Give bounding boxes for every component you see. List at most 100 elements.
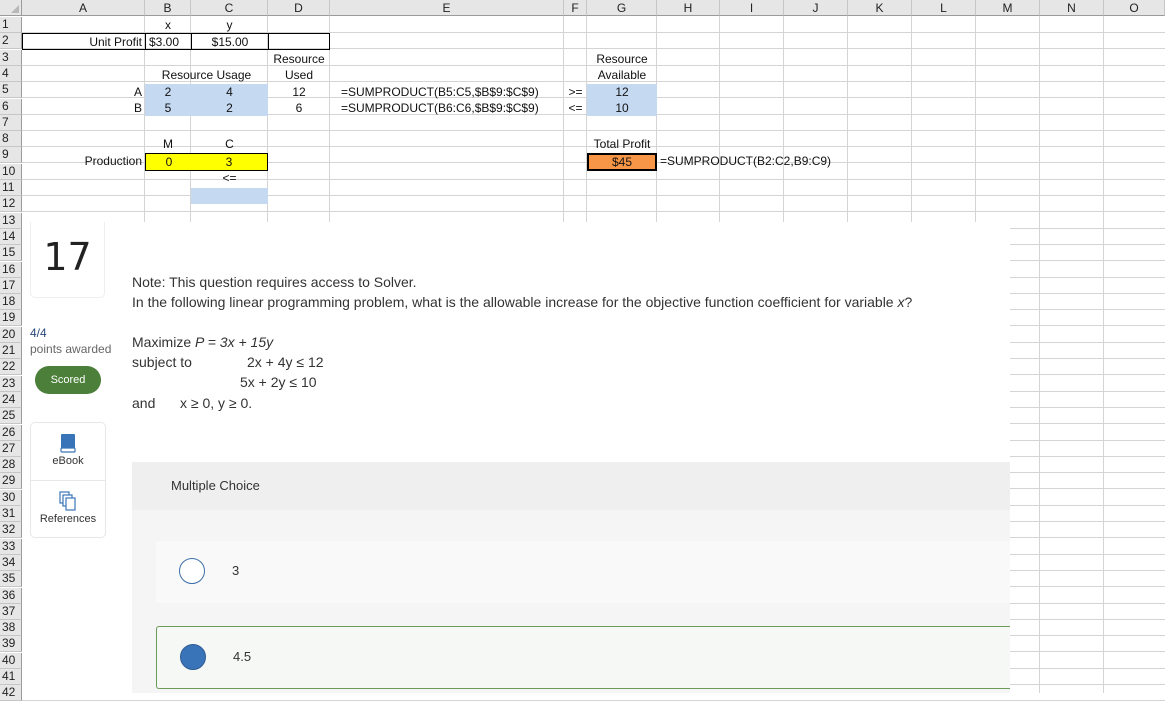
column-header-A[interactable]: A	[22, 0, 145, 16]
row-header-41[interactable]: 41	[0, 669, 22, 685]
row-header-33[interactable]: 33	[0, 539, 22, 555]
column-header-B[interactable]: B	[145, 0, 191, 16]
multiple-choice-section: Multiple Choice 3 4.5	[132, 462, 1010, 693]
column-header-H[interactable]: H	[657, 0, 720, 16]
cell-C5[interactable]: 4	[191, 84, 268, 100]
row-header-32[interactable]: 32	[0, 522, 22, 538]
row-header-12[interactable]: 12	[0, 196, 22, 212]
select-all-corner[interactable]	[0, 0, 22, 16]
cell-B8[interactable]: M	[145, 136, 191, 152]
row-header-31[interactable]: 31	[0, 506, 22, 522]
row-header-17[interactable]: 17	[0, 278, 22, 294]
row-header-16[interactable]: 16	[0, 262, 22, 278]
cell-D5[interactable]: 12	[268, 84, 330, 100]
cell-G8[interactable]: Total Profit	[587, 136, 657, 152]
row-header-30[interactable]: 30	[0, 490, 22, 506]
row-header-38[interactable]: 38	[0, 620, 22, 636]
cell-B4[interactable]: Resource Usage	[145, 67, 268, 83]
row-header-2[interactable]: 2	[0, 33, 22, 49]
row-header-40[interactable]: 40	[0, 653, 22, 669]
row-header-1[interactable]: 1	[0, 17, 22, 33]
cell-D2[interactable]	[268, 33, 330, 50]
cell-C8[interactable]: C	[191, 136, 268, 152]
cell-B9[interactable]: 0	[145, 153, 192, 171]
cell-B1[interactable]: x	[145, 17, 191, 33]
column-header-K[interactable]: K	[848, 0, 912, 16]
cell-E5[interactable]: =SUMPRODUCT(B5:C5,$B$9:$C$9)	[338, 84, 564, 100]
cell-G6[interactable]: 10	[587, 100, 657, 116]
row-header-6[interactable]: 6	[0, 99, 22, 115]
cell-A6[interactable]: B	[22, 100, 145, 116]
cell-E6[interactable]: =SUMPRODUCT(B6:C6,$B$9:$C$9)	[338, 100, 564, 116]
row-header-29[interactable]: 29	[0, 473, 22, 489]
row-header-11[interactable]: 11	[0, 180, 22, 196]
column-header-N[interactable]: N	[1040, 0, 1104, 16]
cell-C11[interactable]	[191, 188, 268, 204]
row-header-4[interactable]: 4	[0, 66, 22, 82]
row-header-19[interactable]: 19	[0, 310, 22, 326]
row-header-37[interactable]: 37	[0, 604, 22, 620]
cell-B2[interactable]: $3.00	[145, 33, 192, 50]
cell-G4[interactable]: Available	[587, 67, 657, 83]
row-header-39[interactable]: 39	[0, 636, 22, 652]
cell-G3[interactable]: Resource	[587, 51, 657, 67]
column-header-F[interactable]: F	[564, 0, 587, 16]
row-header-36[interactable]: 36	[0, 588, 22, 604]
row-header-25[interactable]: 25	[0, 408, 22, 424]
column-header-M[interactable]: M	[976, 0, 1040, 16]
radio-unselected-icon[interactable]	[179, 558, 205, 584]
row-header-13[interactable]: 13	[0, 213, 22, 229]
row-header-24[interactable]: 24	[0, 392, 22, 408]
cell-C9[interactable]: 3	[191, 153, 268, 171]
row-header-23[interactable]: 23	[0, 376, 22, 392]
cell-F5[interactable]: >=	[564, 84, 587, 100]
cell-A2[interactable]: Unit Profit	[22, 33, 146, 50]
cell-D3[interactable]: Resource	[268, 51, 330, 67]
row-header-28[interactable]: 28	[0, 457, 22, 473]
row-header-34[interactable]: 34	[0, 555, 22, 571]
row-header-42[interactable]: 42	[0, 685, 22, 701]
cell-C10[interactable]: <=	[191, 170, 268, 186]
option-4-5-selected[interactable]: 4.5	[156, 626, 1010, 689]
row-header-8[interactable]: 8	[0, 131, 22, 147]
row-header-14[interactable]: 14	[0, 229, 22, 245]
row-header-20[interactable]: 20	[0, 327, 22, 343]
column-header-J[interactable]: J	[784, 0, 848, 16]
option-3[interactable]: 3	[156, 541, 1010, 603]
radio-selected-icon[interactable]	[180, 644, 206, 670]
cell-B6[interactable]: 5	[145, 100, 191, 116]
references-button[interactable]: References	[31, 481, 105, 538]
cell-C1[interactable]: y	[191, 17, 268, 33]
cell-A9[interactable]: Production	[22, 153, 145, 169]
column-header-I[interactable]: I	[720, 0, 784, 16]
cell-H9[interactable]: =SUMPRODUCT(B2:C2,B9:C9)	[657, 153, 857, 169]
ebook-button[interactable]: eBook	[31, 423, 105, 481]
cell-F6[interactable]: <=	[564, 100, 587, 116]
row-header-9[interactable]: 9	[0, 147, 22, 163]
row-header-15[interactable]: 15	[0, 245, 22, 261]
column-header-E[interactable]: E	[330, 0, 564, 16]
cell-D6[interactable]: 6	[268, 100, 330, 116]
column-header-D[interactable]: D	[268, 0, 330, 16]
column-header-C[interactable]: C	[191, 0, 268, 16]
cell-G9[interactable]: $45	[587, 153, 657, 171]
cell-A5[interactable]: A	[22, 84, 145, 100]
row-header-5[interactable]: 5	[0, 82, 22, 98]
row-header-35[interactable]: 35	[0, 571, 22, 587]
row-header-26[interactable]: 26	[0, 425, 22, 441]
row-header-21[interactable]: 21	[0, 343, 22, 359]
column-header-L[interactable]: L	[912, 0, 976, 16]
row-header-27[interactable]: 27	[0, 441, 22, 457]
column-header-O[interactable]: O	[1104, 0, 1165, 16]
row-header-7[interactable]: 7	[0, 115, 22, 131]
cell-C2[interactable]: $15.00	[191, 33, 269, 50]
column-header-G[interactable]: G	[587, 0, 657, 16]
row-header-18[interactable]: 18	[0, 294, 22, 310]
cell-B5[interactable]: 2	[145, 84, 191, 100]
row-header-10[interactable]: 10	[0, 164, 22, 180]
cell-C6[interactable]: 2	[191, 100, 268, 116]
cell-G5[interactable]: 12	[587, 84, 657, 100]
row-header-3[interactable]: 3	[0, 50, 22, 66]
row-header-22[interactable]: 22	[0, 359, 22, 375]
cell-D4[interactable]: Used	[268, 67, 330, 83]
